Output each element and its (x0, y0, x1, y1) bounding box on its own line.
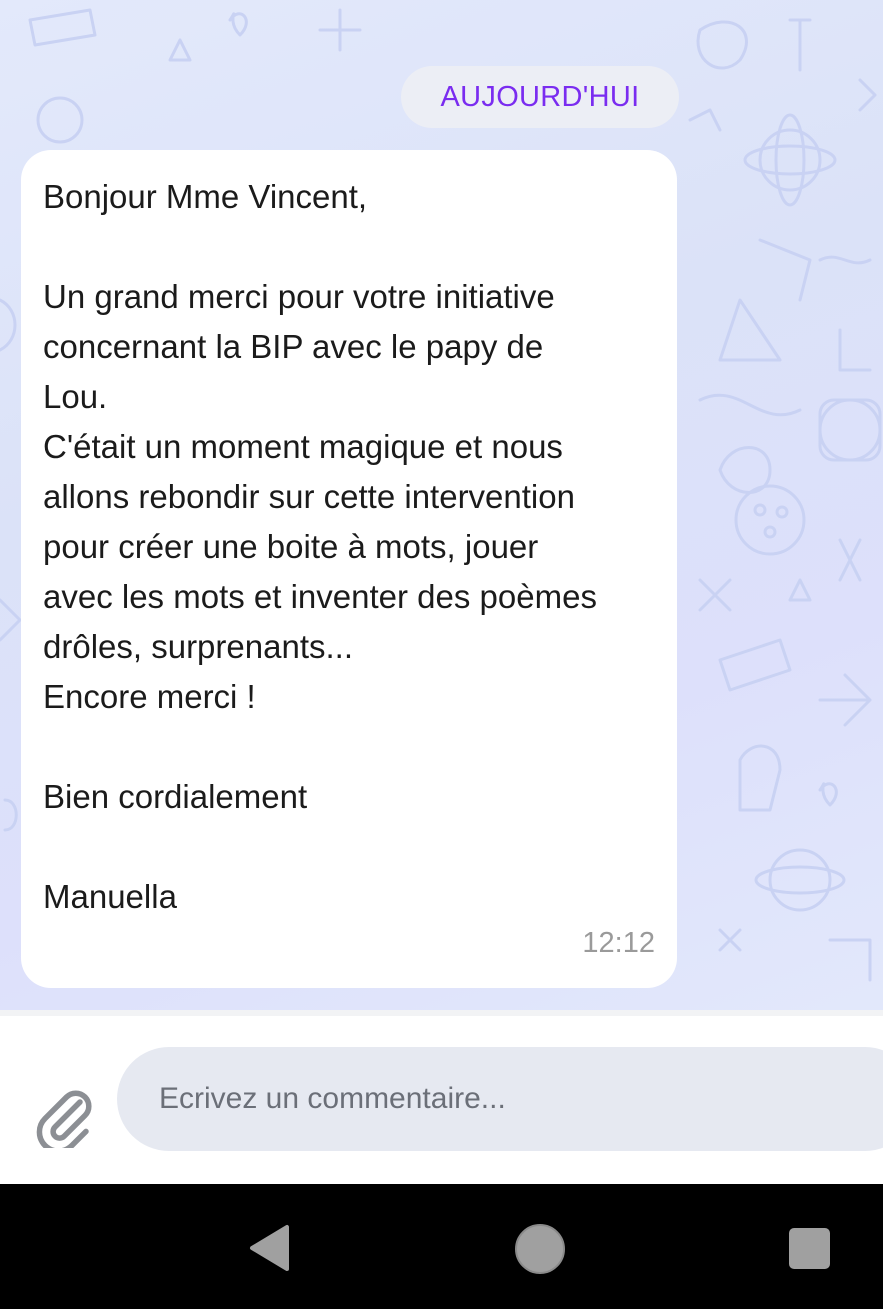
date-separator: AUJOURD'HUI (401, 66, 679, 128)
message-line: Lou. (43, 378, 108, 415)
message-line: Un grand merci pour votre initiative (43, 278, 555, 315)
date-label: AUJOURD'HUI (440, 80, 640, 113)
paperclip-icon (36, 1090, 92, 1148)
message-line (43, 822, 655, 872)
message-line (43, 722, 655, 772)
message-line: avec les mots et inventer des poèmes (43, 578, 597, 615)
nav-home-button[interactable] (515, 1224, 565, 1274)
message-line: Bonjour Mme Vincent, (43, 178, 368, 215)
comment-input[interactable] (117, 1047, 883, 1151)
message-line: C'était un moment magique et nous (43, 428, 563, 465)
nav-back-button[interactable] (246, 1224, 294, 1272)
message-line: Bien cordialement (43, 778, 308, 815)
message-line (43, 222, 655, 272)
nav-recent-apps-button[interactable] (789, 1228, 830, 1269)
message-timestamp: 12:12 (582, 927, 655, 959)
comment-composer (0, 1016, 883, 1184)
message-line: Encore merci ! (43, 678, 256, 715)
message-line: allons rebondir sur cette intervention (43, 478, 575, 515)
message-line: drôles, surprenants... (43, 628, 353, 665)
message-bubble[interactable]: Bonjour Mme Vincent, Un grand merci pour… (21, 150, 677, 988)
message-line: Manuella (43, 878, 177, 915)
attach-button[interactable] (34, 1084, 94, 1150)
message-line: pour créer une boite à mots, jouer (43, 528, 539, 565)
message-line: concernant la BIP avec le papy de (43, 328, 544, 365)
chat-area[interactable]: AUJOURD'HUI Bonjour Mme Vincent, Un gran… (0, 0, 883, 1010)
system-navigation-bar (0, 1184, 883, 1309)
back-triangle-icon (250, 1225, 289, 1271)
